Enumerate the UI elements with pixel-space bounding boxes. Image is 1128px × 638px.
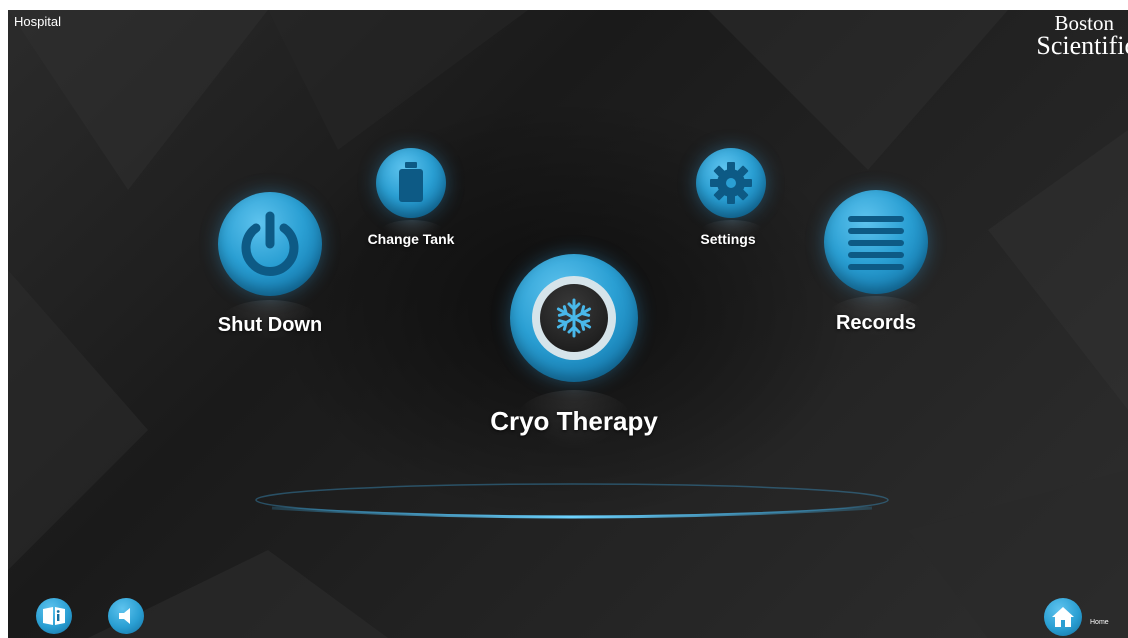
volume-button[interactable] <box>108 598 144 634</box>
records-label[interactable]: Records <box>806 312 946 335</box>
power-icon <box>230 204 310 284</box>
list-icon <box>846 214 906 270</box>
logo-line-2: Scientific <box>1036 30 1128 60</box>
settings-button[interactable] <box>696 148 766 218</box>
location-label: Hospital <box>14 14 61 29</box>
shut-down-label[interactable]: Shut Down <box>200 314 340 337</box>
cryo-therapy-label[interactable]: Cryo Therapy <box>464 406 684 437</box>
change-tank-label[interactable]: Change Tank <box>346 231 476 247</box>
records-button[interactable] <box>824 190 928 294</box>
cryo-therapy-button[interactable] <box>510 254 638 382</box>
home-icon <box>1051 606 1075 628</box>
cryo-inner-disc <box>540 284 608 352</box>
home-label[interactable]: Home <box>1090 619 1109 626</box>
tank-icon <box>396 162 426 204</box>
speaker-icon <box>116 606 136 626</box>
manual-button[interactable] <box>36 598 72 634</box>
manual-icon <box>42 606 66 626</box>
change-tank-button[interactable] <box>376 148 446 218</box>
brand-logo: Boston Scientific <box>1036 13 1128 60</box>
shut-down-button[interactable] <box>218 192 322 296</box>
home-button[interactable] <box>1044 598 1082 636</box>
app-screen: Hospital Boston Scientific Shut Down Cha… <box>8 10 1128 638</box>
base-ring <box>255 483 889 519</box>
cryo-inner-ring <box>532 276 616 360</box>
gear-icon <box>709 161 753 205</box>
snowflake-icon <box>552 296 596 340</box>
settings-label[interactable]: Settings <box>666 231 790 247</box>
